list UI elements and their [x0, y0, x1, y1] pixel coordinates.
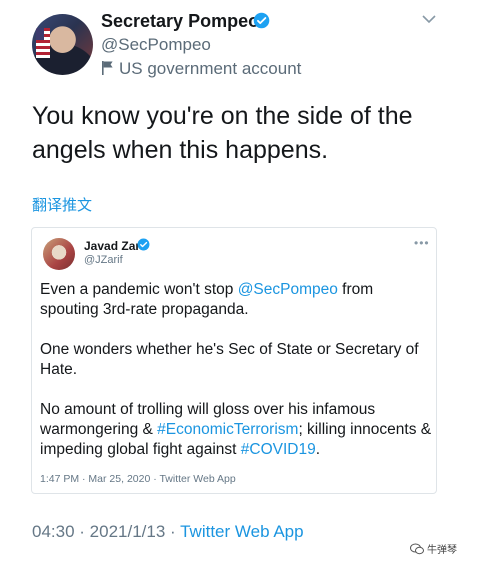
quoted-text: Even a pandemic won't stop	[40, 281, 238, 298]
watermark: 牛弹琴	[410, 541, 457, 556]
quoted-author-handle[interactable]: @JZarif	[84, 254, 123, 266]
tweet-line-2: angels when this happens.	[32, 136, 329, 164]
more-options-icon[interactable]: •••	[414, 236, 430, 250]
quoted-verified-badge-icon	[137, 238, 150, 251]
quoted-tweet-text: Even a pandemic won't stop @SecPompeo fr…	[40, 280, 432, 480]
quoted-paragraph-2: One wonders whether he's Sec of State or…	[40, 341, 419, 378]
quoted-paragraph-1: Even a pandemic won't stop @SecPompeo fr…	[40, 280, 432, 320]
separator: ·	[74, 522, 90, 541]
tweet-footer: 04:30 · 2021/1/13 · Twitter Web App	[32, 522, 304, 542]
government-account-label: US government account	[101, 59, 301, 79]
source-app-link[interactable]: Twitter Web App	[180, 522, 303, 541]
flag-graphic	[36, 28, 50, 58]
quoted-paragraph-3: No amount of trolling will gloss over hi…	[40, 400, 432, 460]
quoted-timestamp[interactable]: 1:47 PM · Mar 25, 2020 · Twitter Web App	[40, 473, 236, 485]
chevron-down-icon[interactable]	[422, 14, 436, 24]
tweet-date[interactable]: 2021/1/13	[90, 522, 166, 541]
quoted-tweet-card[interactable]: Javad Zarif @JZarif ••• Even a pandemic …	[31, 227, 437, 494]
hashtag-link[interactable]: #EconomicTerrorism	[157, 421, 298, 438]
quoted-text: .	[315, 441, 321, 458]
wechat-icon	[410, 543, 424, 554]
watermark-label: 牛弹琴	[427, 545, 457, 556]
mention-link[interactable]: @SecPompeo	[238, 281, 338, 298]
author-name[interactable]: Secretary Pompeo	[101, 11, 259, 32]
tweet-text: You know you're on the side of the angel…	[32, 99, 452, 167]
profile-avatar[interactable]	[32, 14, 93, 75]
flag-icon	[102, 61, 113, 75]
quoted-avatar[interactable]	[43, 238, 75, 270]
translate-tweet-link[interactable]: 翻译推文	[32, 194, 92, 215]
verified-badge-icon	[253, 12, 270, 29]
separator: ·	[165, 522, 181, 541]
tweet-line-1: You know you're on the side of the	[32, 102, 413, 130]
account-label-text: US government account	[119, 59, 302, 78]
author-handle[interactable]: @SecPompeo	[101, 35, 211, 55]
hashtag-link[interactable]: #COVID19	[241, 441, 316, 458]
tweet-time[interactable]: 04:30	[32, 522, 75, 541]
